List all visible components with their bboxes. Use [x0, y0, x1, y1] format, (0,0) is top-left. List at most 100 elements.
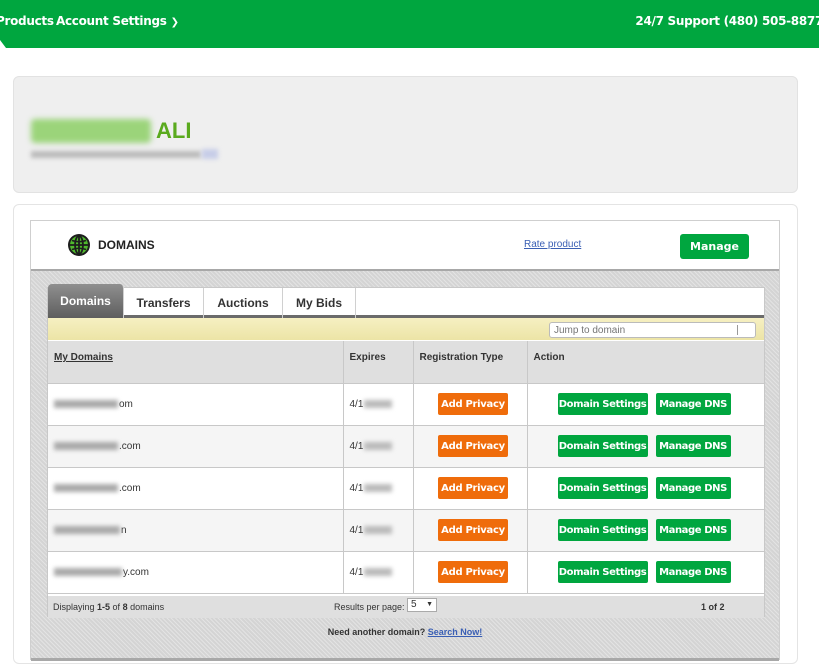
- blurred-domain: [54, 442, 118, 450]
- table-footer: Displaying 1-5 of 8 domains Results per …: [48, 596, 764, 618]
- action-cell: Domain Settings Manage DNS: [527, 509, 764, 552]
- registration-cell: Add Privacy: [413, 425, 528, 468]
- registration-cell: Add Privacy: [413, 383, 528, 426]
- results-per-page-label: Results per page:: [334, 602, 405, 612]
- column-registration-type: Registration Type: [413, 341, 528, 384]
- column-action: Action: [527, 341, 764, 384]
- column-expires: Expires: [343, 341, 414, 384]
- panel-title: DOMAINS: [98, 238, 155, 252]
- tab-auctions[interactable]: Auctions: [204, 288, 283, 318]
- add-privacy-button[interactable]: Add Privacy: [438, 393, 508, 415]
- manage-dns-button[interactable]: Manage DNS: [655, 561, 731, 583]
- manage-dns-button[interactable]: Manage DNS: [655, 435, 731, 457]
- table-header-row: My Domains Expires Registration Type Act…: [48, 341, 764, 384]
- domains-panel: DOMAINS Rate product Manage Domains Tran…: [30, 220, 780, 661]
- add-privacy-button[interactable]: Add Privacy: [438, 435, 508, 457]
- expires-cell: 4/1: [343, 383, 414, 426]
- registration-cell: Add Privacy: [413, 509, 528, 552]
- domain-cell[interactable]: .com: [48, 425, 344, 468]
- domain-settings-button[interactable]: Domain Settings: [557, 393, 648, 415]
- domains-table: My Domains Expires Registration Type Act…: [48, 341, 764, 594]
- domain-name-suffix: y.com: [123, 566, 149, 578]
- domains-content-area: Domains Transfers Auctions My Bids My Do…: [31, 269, 779, 661]
- displaying-prefix: Displaying: [53, 602, 98, 612]
- tab-my-bids[interactable]: My Bids: [283, 288, 356, 318]
- blurred-expiry-date: [364, 568, 393, 576]
- action-cell: Domain Settings Manage DNS: [527, 467, 764, 510]
- expires-cell: 4/1: [343, 551, 414, 594]
- manage-dns-button[interactable]: Manage DNS: [655, 519, 731, 541]
- customer-profile-card: ALI: [13, 76, 798, 193]
- tab-domains[interactable]: Domains: [48, 284, 124, 318]
- displaying-count: Displaying 1-5 of 8 domains: [53, 602, 164, 612]
- nav-account-settings[interactable]: Account Settings ❯: [56, 14, 179, 28]
- action-cell: Domain Settings Manage DNS: [527, 383, 764, 426]
- expires-cell: 4/1: [343, 425, 414, 468]
- domain-cell[interactable]: .com: [48, 467, 344, 510]
- blurred-expiry-date: [364, 484, 393, 492]
- expires-prefix: 4/1: [349, 440, 364, 452]
- domain-cell[interactable]: y.com: [48, 551, 344, 594]
- action-cell: Domain Settings Manage DNS: [527, 551, 764, 594]
- customer-last-name: ALI: [156, 118, 192, 143]
- globe-icon: [68, 234, 90, 256]
- jump-bar: [48, 318, 764, 340]
- add-privacy-button[interactable]: Add Privacy: [438, 477, 508, 499]
- action-cell: Domain Settings Manage DNS: [527, 425, 764, 468]
- domains-panel-header: DOMAINS Rate product Manage: [31, 221, 779, 269]
- text-caret: [737, 325, 738, 335]
- expires-cell: 4/1: [343, 509, 414, 552]
- results-per-page-select[interactable]: 5 ▼: [407, 598, 437, 612]
- domains-list-container: Domains Transfers Auctions My Bids My Do…: [47, 284, 765, 618]
- domain-settings-button[interactable]: Domain Settings: [557, 435, 648, 457]
- blurred-domain: [54, 484, 118, 492]
- tab-transfers[interactable]: Transfers: [124, 288, 204, 318]
- registration-cell: Add Privacy: [413, 551, 528, 594]
- dropdown-arrow-icon: ▼: [426, 601, 433, 608]
- domain-tabs: Domains Transfers Auctions My Bids: [48, 284, 764, 318]
- results-per-page-value: 5: [411, 599, 417, 610]
- expires-prefix: 4/1: [349, 566, 364, 578]
- domain-name-suffix: .com: [119, 482, 141, 494]
- displaying-suffix: domains: [127, 602, 165, 612]
- manage-dns-button[interactable]: Manage DNS: [655, 477, 731, 499]
- blurred-first-name: [31, 119, 151, 143]
- domain-settings-button[interactable]: Domain Settings: [557, 519, 648, 541]
- table-row: n 4/1 Add Privacy Domain Settings Manage …: [48, 509, 764, 552]
- domain-cell[interactable]: n: [48, 509, 344, 552]
- table-row: y.com 4/1 Add Privacy Domain Settings Man…: [48, 551, 764, 594]
- support-phone[interactable]: 24/7 Support (480) 505-8877: [635, 14, 819, 28]
- table-row: .com 4/1 Add Privacy Domain Settings Mana…: [48, 467, 764, 510]
- domain-settings-button[interactable]: Domain Settings: [557, 477, 648, 499]
- expires-cell: 4/1: [343, 467, 414, 510]
- displaying-of: of: [110, 602, 123, 612]
- jump-to-domain-input[interactable]: [549, 322, 756, 338]
- need-another-text: Need another domain?: [327, 627, 426, 637]
- column-my-domains[interactable]: My Domains: [48, 341, 344, 384]
- registration-cell: Add Privacy: [413, 467, 528, 510]
- expires-prefix: 4/1: [349, 398, 364, 410]
- chevron-down-icon: ❯: [170, 17, 179, 28]
- blurred-expiry-date: [364, 442, 393, 450]
- blurred-expiry-date: [364, 400, 393, 408]
- need-another-domain: Need another domain? Search Now!: [31, 627, 779, 637]
- displaying-range: 1-5: [97, 602, 111, 612]
- domain-name-suffix: om: [119, 398, 133, 410]
- manage-button[interactable]: Manage: [680, 234, 749, 259]
- domain-cell[interactable]: om: [48, 383, 344, 426]
- expires-prefix: 4/1: [349, 482, 364, 494]
- manage-dns-button[interactable]: Manage DNS: [655, 393, 731, 415]
- blurred-domain: [54, 568, 122, 576]
- rate-product-link[interactable]: Rate product: [524, 239, 581, 250]
- table-row: .com 4/1 Add Privacy Domain Settings Mana…: [48, 425, 764, 468]
- nav-products[interactable]: Products: [0, 14, 54, 28]
- search-now-link[interactable]: Search Now!: [428, 627, 483, 637]
- blurred-domain: [54, 400, 118, 408]
- nav-account-settings-label: Account Settings: [56, 14, 167, 28]
- add-privacy-button[interactable]: Add Privacy: [438, 561, 508, 583]
- blurred-pin-link[interactable]: [202, 149, 218, 159]
- blurred-customer-number: [31, 151, 201, 158]
- blurred-domain: [54, 526, 120, 534]
- domain-settings-button[interactable]: Domain Settings: [557, 561, 648, 583]
- add-privacy-button[interactable]: Add Privacy: [438, 519, 508, 541]
